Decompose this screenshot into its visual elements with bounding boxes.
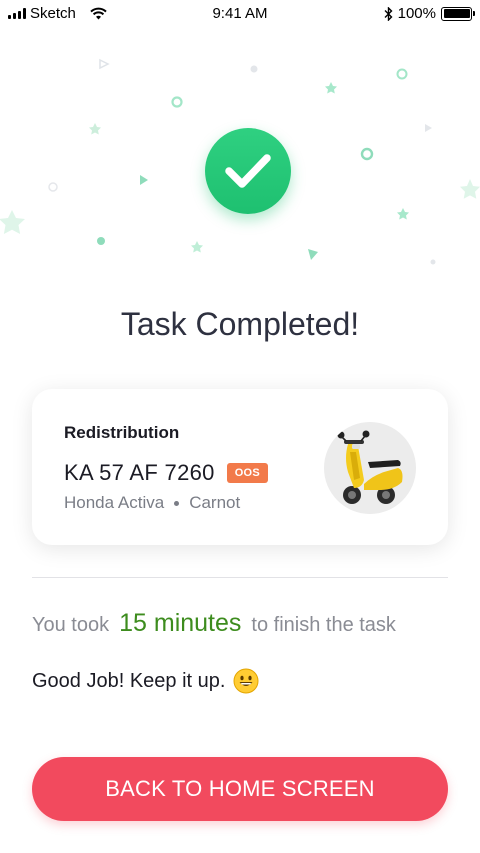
divider <box>32 577 448 578</box>
praise-text: Good Job! Keep it up. <box>32 669 226 692</box>
confetti-shape <box>0 210 25 234</box>
confetti-shape <box>396 68 408 80</box>
status-bar: Sketch 9:41 AM 100% <box>0 0 480 28</box>
confetti-shape <box>99 58 110 70</box>
duration-prefix: You took <box>32 614 110 636</box>
confetti-shape <box>360 147 374 161</box>
separator-dot <box>174 500 180 506</box>
vehicle-plate: KA 57 AF 7260 <box>64 460 215 485</box>
scooter-illustration <box>337 430 403 504</box>
task-card: Redistribution KA 57 AF 7260 OOS Honda A… <box>32 389 448 545</box>
confetti-shape <box>308 249 318 260</box>
vehicle-model: Honda Activa <box>64 493 165 512</box>
confetti-shape <box>325 82 337 94</box>
confetti-shape <box>425 124 432 132</box>
battery-icon <box>441 6 475 21</box>
confetti-shape <box>460 179 480 199</box>
confetti-shape <box>397 208 409 220</box>
praise-message: Good Job! Keep it up. <box>32 668 259 694</box>
confetti-shape <box>171 96 183 108</box>
confetti-shape <box>48 182 58 192</box>
bluetooth-icon <box>384 6 393 21</box>
check-icon <box>225 154 271 188</box>
confetti-shape <box>430 259 436 265</box>
confetti-shape <box>97 237 105 245</box>
duration-suffix: to finish the task <box>251 614 396 636</box>
page-title: Task Completed! <box>120 306 360 342</box>
confetti-shape <box>191 241 203 253</box>
back-to-home-button[interactable]: BACK TO HOME SCREEN <box>32 757 448 821</box>
vehicle-meta: Honda Activa Carnot <box>64 493 240 513</box>
battery-percent: 100% <box>397 5 436 22</box>
status-badge: OOS <box>226 463 269 483</box>
task-type: Redistribution <box>64 423 180 442</box>
duration-summary: You took 15 minutes to finish the task <box>32 609 396 638</box>
confetti-shape <box>89 123 101 135</box>
grinning-face-emoji-icon <box>233 668 259 694</box>
plate-row: KA 57 AF 7260 OOS <box>64 460 269 486</box>
confetti-shape <box>250 65 258 73</box>
scooter-image <box>324 422 416 514</box>
vehicle-location: Carnot <box>189 493 241 512</box>
status-bar-right: 100% <box>384 5 475 22</box>
duration-value: 15 minutes <box>119 609 242 637</box>
confetti-shape <box>140 175 148 185</box>
success-badge <box>205 128 291 214</box>
